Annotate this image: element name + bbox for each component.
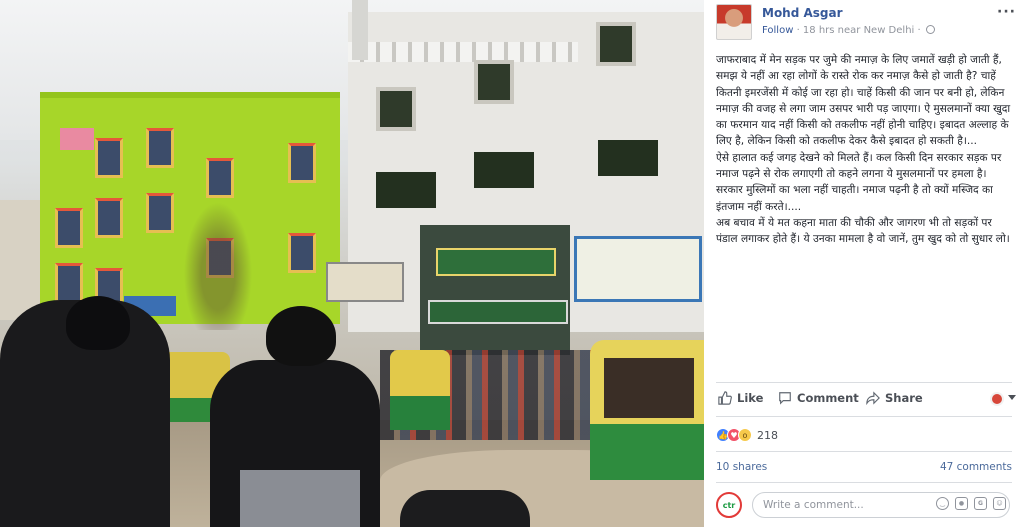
- post-text: जाफराबाद में मेन सड़क पर जुमे की नमाज़ क…: [716, 52, 1016, 248]
- background-building: [0, 200, 45, 320]
- divider: [716, 416, 1012, 417]
- chevron-down-icon[interactable]: [1008, 395, 1016, 400]
- like-button[interactable]: Like: [718, 391, 763, 405]
- building-window: [596, 22, 636, 66]
- bare-tree: [178, 190, 258, 330]
- share-as-avatar[interactable]: [990, 392, 1004, 406]
- building-window: [288, 233, 316, 273]
- post-paragraph: ऐसे हालात कई जगह देखने को मिलते हैं। कल …: [716, 151, 1002, 213]
- post-paragraph: जाफराबाद में मेन सड़क पर जुमे की नमाज़ क…: [716, 54, 1011, 148]
- wow-reaction-icon: o: [738, 428, 752, 442]
- mosque-entrance: [420, 225, 570, 355]
- building-window: [55, 263, 83, 303]
- building-window: [474, 152, 534, 188]
- signboard: [326, 262, 404, 302]
- auto-rickshaw-cabin: [604, 358, 694, 418]
- comment-label: Comment: [797, 391, 859, 405]
- signboard: [428, 300, 568, 324]
- helmet: [66, 296, 130, 350]
- gif-icon[interactable]: G: [974, 497, 987, 510]
- building-window: [95, 138, 123, 178]
- author-avatar[interactable]: [716, 4, 752, 40]
- share-arrow-icon: [866, 391, 880, 405]
- thumbs-up-icon: [718, 391, 732, 405]
- motorcycle: [400, 490, 530, 527]
- building-window: [146, 193, 174, 233]
- author-name[interactable]: Mohd Asgar: [762, 6, 843, 20]
- building-window: [598, 140, 658, 176]
- post-paragraph: अब बचाव में ये मत कहना माता की चौकी और ज…: [716, 216, 1010, 246]
- building-window: [474, 60, 514, 104]
- post-time-location[interactable]: · 18 hrs near New Delhi ·: [797, 25, 921, 36]
- helmet: [266, 306, 336, 366]
- follow-link[interactable]: Follow: [762, 25, 793, 36]
- share-button[interactable]: Share: [866, 391, 923, 405]
- signboard: [574, 236, 702, 302]
- post-header: Mohd Asgar Follow · 18 hrs near New Delh…: [716, 4, 1016, 40]
- building-window: [376, 172, 436, 208]
- comment-tools: ‿ ● G ☺: [936, 497, 1006, 510]
- share-label: Share: [885, 391, 923, 405]
- minaret: [352, 0, 368, 60]
- auto-rickshaw: [390, 350, 450, 430]
- camera-icon[interactable]: ●: [955, 497, 968, 510]
- post-actions: Like Comment Share: [716, 389, 1016, 411]
- building-window: [146, 128, 174, 168]
- auto-rickshaw: [590, 340, 704, 480]
- building-window: [55, 208, 83, 248]
- reaction-summary[interactable]: 👍 ♥ o 218: [716, 426, 778, 444]
- comments-count[interactable]: 47 comments: [940, 461, 1012, 473]
- divider: [716, 382, 1012, 383]
- building-window: [288, 143, 316, 183]
- like-label: Like: [737, 391, 764, 405]
- reaction-count[interactable]: 218: [757, 429, 778, 442]
- divider: [716, 451, 1012, 452]
- comment-button[interactable]: Comment: [778, 391, 859, 405]
- building-window: [376, 87, 416, 131]
- post-panel: Mohd Asgar Follow · 18 hrs near New Delh…: [704, 0, 1024, 527]
- viewer-avatar: ctr: [716, 492, 742, 518]
- post-photo[interactable]: [0, 0, 704, 527]
- shares-count[interactable]: 10 shares: [716, 461, 767, 473]
- sticker-icon[interactable]: ☺: [993, 497, 1006, 510]
- more-options-icon[interactable]: ···: [997, 4, 1016, 20]
- auto-rickshaw-body: [390, 396, 450, 430]
- engagement-counts: 10 shares 47 comments: [716, 461, 1012, 473]
- signboard: [436, 248, 556, 276]
- emoji-icon[interactable]: ‿: [936, 497, 949, 510]
- divider: [716, 482, 1012, 483]
- post-meta: Follow · 18 hrs near New Delhi ·: [762, 25, 935, 36]
- rider-jeans: [240, 470, 360, 527]
- globe-icon: [925, 25, 935, 34]
- comment-composer: ctr Write a comment... ‿ ● G ☺: [716, 490, 1012, 520]
- building-window: [95, 198, 123, 238]
- building-window-ornament: [60, 128, 94, 150]
- auto-rickshaw-body: [590, 424, 704, 480]
- roof-railing: [348, 42, 578, 62]
- speech-bubble-icon: [779, 392, 791, 405]
